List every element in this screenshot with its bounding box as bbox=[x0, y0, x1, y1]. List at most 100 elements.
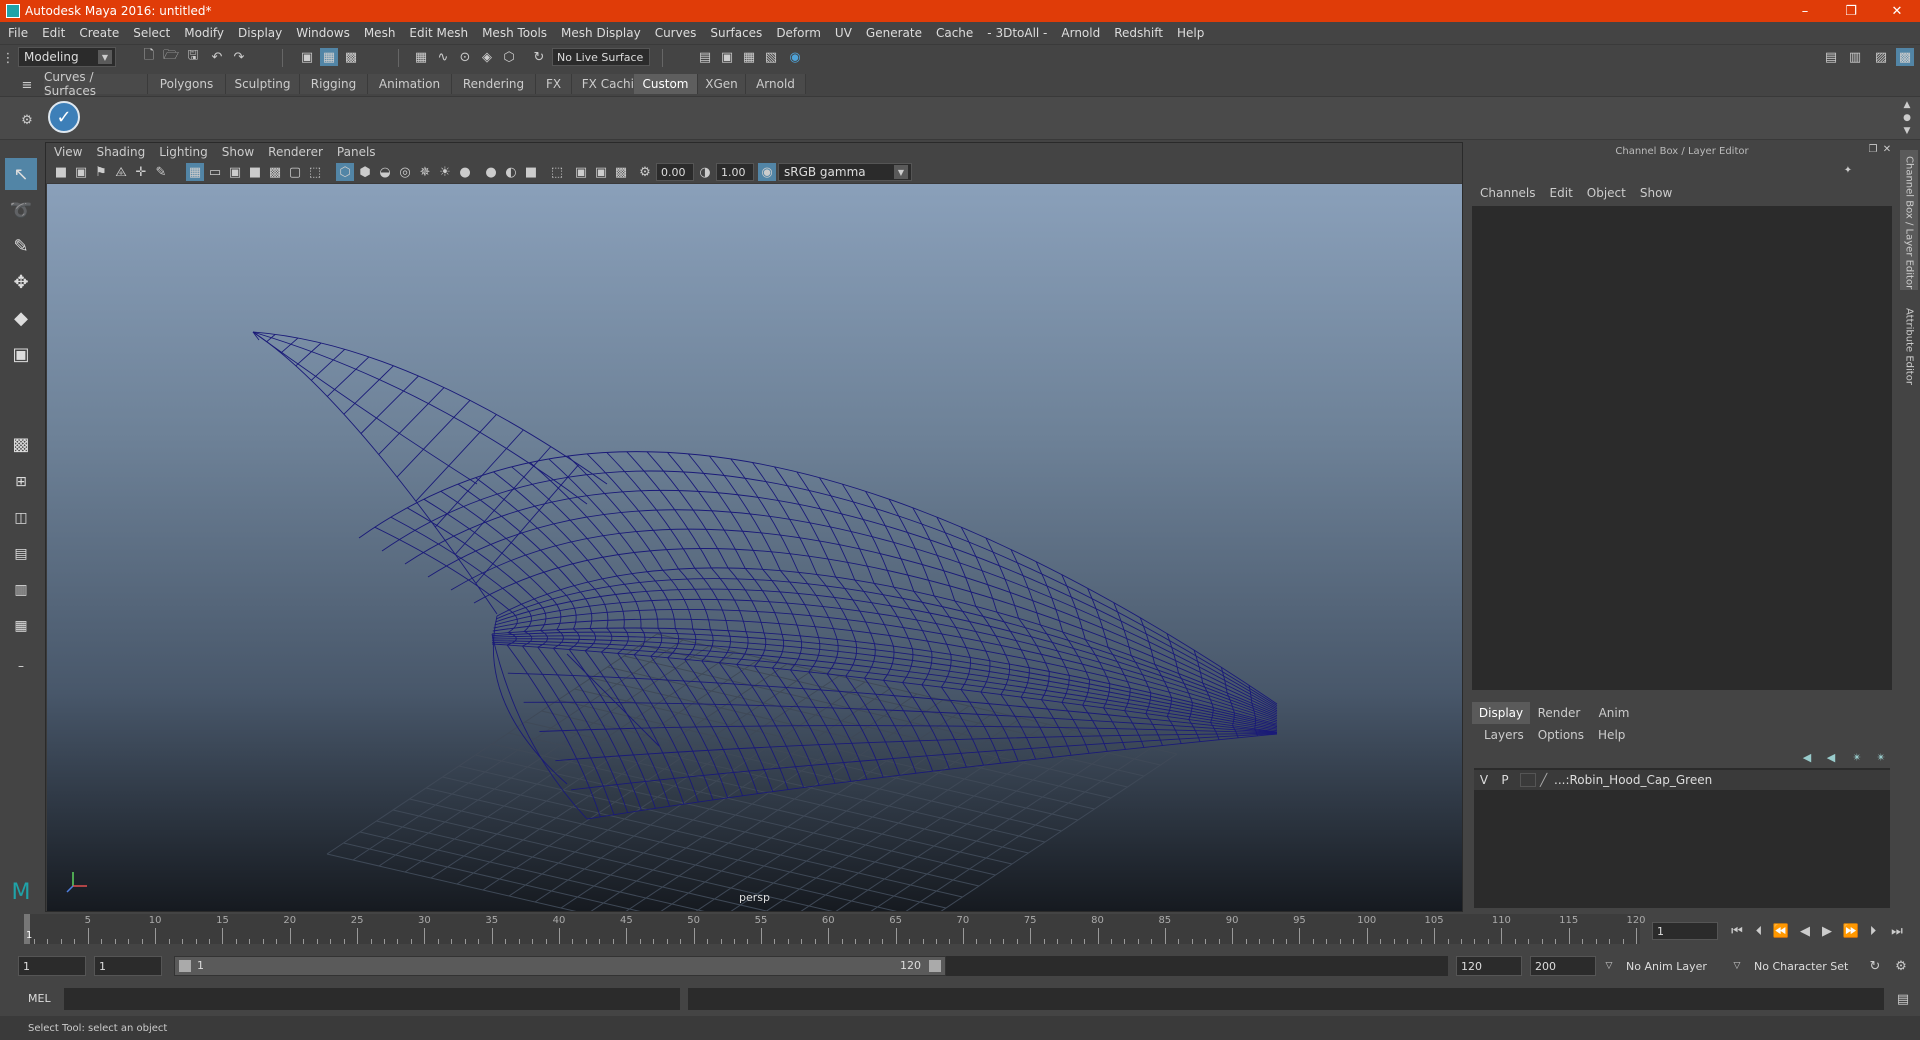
live-surface-icon[interactable]: ↻ bbox=[530, 48, 548, 66]
range-end-handle[interactable] bbox=[929, 960, 941, 972]
color-management-icon[interactable]: ◉ bbox=[758, 163, 776, 181]
toggle-panels-icon[interactable]: ▥ bbox=[1846, 48, 1864, 66]
play-forwards-icon[interactable]: ▶ bbox=[1818, 922, 1836, 940]
render-view-icon[interactable]: ▣ bbox=[718, 48, 736, 66]
snap-grid-icon[interactable]: ▦ bbox=[412, 48, 430, 66]
move-tool-icon[interactable]: ✥ bbox=[5, 266, 37, 298]
menu-arnold[interactable]: Arnold bbox=[1061, 26, 1100, 40]
lasso-tool-icon[interactable]: ➰ bbox=[5, 194, 37, 226]
move-layer-down-icon[interactable]: ◀ bbox=[1822, 748, 1840, 766]
snap-point-icon[interactable]: ⊙ bbox=[456, 48, 474, 66]
close-panel-icon[interactable]: ✕ bbox=[1880, 142, 1894, 156]
layer-menu-layers[interactable]: Layers bbox=[1484, 728, 1524, 742]
chevron-down-icon[interactable]: ▽ bbox=[1728, 957, 1746, 975]
shelf-tab-polygons[interactable]: Polygons bbox=[148, 74, 226, 94]
chevron-down-icon[interactable]: ▽ bbox=[1600, 957, 1618, 975]
snap-view-plane-icon[interactable]: ◈ bbox=[478, 48, 496, 66]
close-icon[interactable]: ✕ bbox=[1874, 0, 1920, 22]
animation-end-field[interactable]: 200 bbox=[1530, 956, 1596, 976]
channel-box-menu-object[interactable]: Object bbox=[1587, 186, 1626, 200]
channel-box-menu-show[interactable]: Show bbox=[1640, 186, 1672, 200]
open-scene-icon[interactable]: 🗁 bbox=[162, 48, 180, 66]
shelf-scroll-more-icon[interactable]: ● bbox=[1898, 112, 1916, 124]
viewport-menu-show[interactable]: Show bbox=[222, 145, 254, 159]
minimize-icon[interactable]: – bbox=[1782, 0, 1828, 22]
gate-mask-icon[interactable]: ■ bbox=[246, 163, 264, 181]
motion-blur-icon[interactable]: ● bbox=[482, 163, 500, 181]
viewport-menu-renderer[interactable]: Renderer bbox=[268, 145, 323, 159]
viewport-menu-panels[interactable]: Panels bbox=[337, 145, 376, 159]
exposure-icon[interactable]: ⚙ bbox=[636, 163, 654, 181]
menu-mesh-tools[interactable]: Mesh Tools bbox=[482, 26, 547, 40]
step-back-frame-icon[interactable]: ⏴ bbox=[1750, 922, 1768, 940]
exposure-field[interactable]: 0.00 bbox=[656, 163, 694, 181]
menu-file[interactable]: File bbox=[8, 26, 28, 40]
layer-name[interactable]: ...:Robin_Hood_Cap_Green bbox=[1554, 773, 1712, 787]
smooth-shade-icon[interactable]: ⬢ bbox=[356, 163, 374, 181]
snap-curve-icon[interactable]: ∿ bbox=[434, 48, 452, 66]
viewport-scene[interactable] bbox=[47, 184, 1462, 911]
shelf-tab-rigging[interactable]: Rigging bbox=[300, 74, 368, 94]
snap-live-icon[interactable]: ⬡ bbox=[500, 48, 518, 66]
safe-action-icon[interactable]: ▢ bbox=[286, 163, 304, 181]
channel-box-toggle-icon[interactable]: ▩ bbox=[1896, 48, 1914, 66]
menu-select[interactable]: Select bbox=[133, 26, 170, 40]
render-current-frame-icon[interactable]: ▦ bbox=[740, 48, 758, 66]
paint-select-tool-icon[interactable]: ✎ bbox=[5, 230, 37, 262]
four-pane-layout-icon[interactable]: ⊞ bbox=[5, 466, 37, 498]
screen-space-ao-icon[interactable]: ● bbox=[456, 163, 474, 181]
command-input[interactable] bbox=[64, 988, 680, 1010]
animation-preferences-icon[interactable]: ⚙ bbox=[1892, 957, 1910, 975]
status-line-handle-icon[interactable]: ⋮ bbox=[2, 49, 15, 67]
menu-help[interactable]: Help bbox=[1177, 26, 1204, 40]
layer-playback-toggle[interactable]: P bbox=[1494, 773, 1516, 787]
playback-end-field[interactable]: 120 bbox=[1456, 956, 1522, 976]
layer-color-swatch[interactable] bbox=[1520, 773, 1536, 787]
shelf-scroll-up-icon[interactable]: ▲ bbox=[1898, 99, 1916, 111]
layer-tab-anim[interactable]: Anim bbox=[1588, 702, 1640, 724]
textured-icon[interactable]: ◎ bbox=[396, 163, 414, 181]
anim-layer-dropdown[interactable]: No Anim Layer bbox=[1622, 956, 1726, 976]
range-slider[interactable]: 1 120 bbox=[174, 956, 946, 976]
menu-mesh[interactable]: Mesh bbox=[364, 26, 396, 40]
single-pane-layout-icon[interactable]: ▩ bbox=[5, 428, 37, 460]
viewport-menu-lighting[interactable]: Lighting bbox=[159, 145, 208, 159]
outliner-persp-layout-icon[interactable]: ▦ bbox=[5, 610, 37, 642]
xray-joints-icon[interactable]: ▣ bbox=[592, 163, 610, 181]
gamma-field[interactable]: 1.00 bbox=[716, 163, 754, 181]
range-start-handle[interactable] bbox=[179, 960, 191, 972]
xray-icon[interactable]: ▣ bbox=[572, 163, 590, 181]
bookmark-icon[interactable]: ⚑ bbox=[92, 163, 110, 181]
menu-curves[interactable]: Curves bbox=[655, 26, 697, 40]
select-tool-icon[interactable]: ↖ bbox=[5, 158, 37, 190]
more-layouts-icon[interactable]: – bbox=[5, 650, 37, 682]
render-settings-icon[interactable]: ▤ bbox=[696, 48, 714, 66]
menu-set-dropdown[interactable]: Modeling ▼ bbox=[18, 47, 116, 67]
go-to-end-icon[interactable]: ⏭ bbox=[1888, 922, 1906, 940]
shelf-tab-rendering[interactable]: Rendering bbox=[452, 74, 536, 94]
view-transform-dropdown[interactable]: sRGB gamma ▼ bbox=[778, 163, 912, 181]
shelf-scroll-down-icon[interactable]: ▼ bbox=[1898, 125, 1916, 137]
axis-view-icon[interactable]: ✦ bbox=[1840, 162, 1856, 178]
wireframe-on-shaded-icon[interactable]: ◒ bbox=[376, 163, 394, 181]
layer-tab-render[interactable]: Render bbox=[1530, 702, 1588, 724]
layer-tab-display[interactable]: Display bbox=[1472, 702, 1530, 724]
gamma-icon[interactable]: ◑ bbox=[696, 163, 714, 181]
ipr-render-icon[interactable]: ▧ bbox=[762, 48, 780, 66]
shelf-tab-xgen[interactable]: XGen bbox=[698, 74, 746, 94]
script-editor-icon[interactable]: ▤ bbox=[1894, 990, 1912, 1008]
film-gate-icon[interactable]: ▭ bbox=[206, 163, 224, 181]
shelf-tab-custom[interactable]: Custom bbox=[634, 74, 698, 94]
camera-attributes-icon[interactable]: ▣ bbox=[72, 163, 90, 181]
restore-icon[interactable]: ❐ bbox=[1828, 0, 1874, 22]
channel-box-menu-edit[interactable]: Edit bbox=[1550, 186, 1573, 200]
camera-select-icon[interactable]: ■ bbox=[52, 163, 70, 181]
menu-generate[interactable]: Generate bbox=[866, 26, 922, 40]
3d-viewport[interactable]: persp bbox=[47, 184, 1462, 911]
shelf-menu-icon[interactable]: ≡ bbox=[18, 76, 36, 94]
use-all-lights-icon[interactable]: ✵ bbox=[416, 163, 434, 181]
layer-row[interactable]: V P ╱ ...:Robin_Hood_Cap_Green bbox=[1474, 770, 1890, 790]
viewport-menu-shading[interactable]: Shading bbox=[96, 145, 145, 159]
undo-icon[interactable]: ↶ bbox=[208, 48, 226, 66]
menu-surfaces[interactable]: Surfaces bbox=[710, 26, 762, 40]
